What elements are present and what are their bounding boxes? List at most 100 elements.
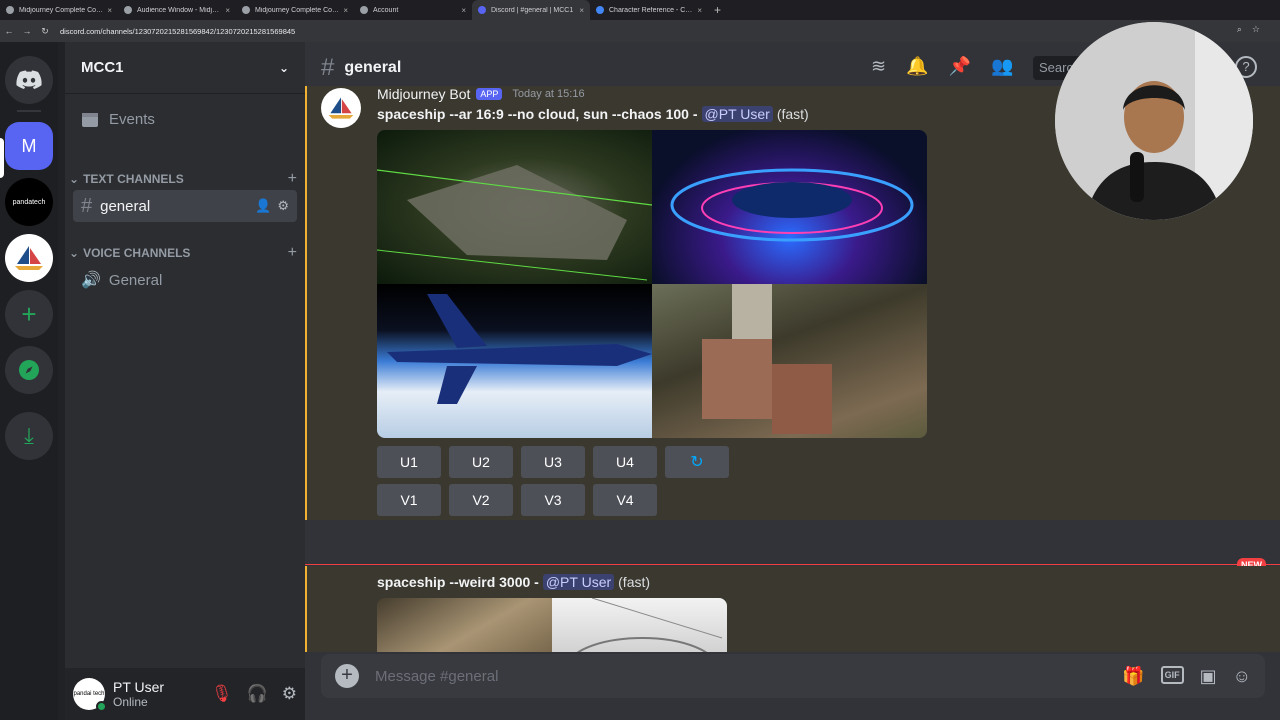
u3-button[interactable]: U3	[521, 446, 585, 478]
user-mention[interactable]: @PT User	[542, 574, 615, 590]
close-icon[interactable]: ×	[107, 6, 112, 15]
tab-favicon-icon	[360, 6, 368, 14]
close-icon[interactable]: ×	[225, 6, 230, 15]
close-icon[interactable]: ×	[579, 6, 584, 15]
browser-tab[interactable]: Character Reference - Cons ×	[590, 0, 708, 20]
u4-button[interactable]: U4	[593, 446, 657, 478]
reload-icon[interactable]: ↻	[36, 26, 54, 37]
variation-buttons: V1 V2 V3 V4	[377, 484, 657, 516]
close-icon[interactable]: ×	[461, 6, 466, 15]
browser-tab[interactable]: Account ×	[354, 0, 472, 20]
discord-logo-icon	[16, 70, 42, 89]
user-controls: 🎙 🎧 ⚙	[211, 684, 297, 704]
grid-image-1[interactable]	[377, 130, 652, 284]
new-messages-divider	[305, 564, 1280, 565]
grid-image-4[interactable]	[652, 284, 927, 438]
message-input[interactable]: Message #general	[375, 668, 498, 685]
grid-image-2[interactable]	[652, 130, 927, 284]
message-composer: + Message #general 🎁 GIF ▣ ☺	[321, 654, 1265, 698]
chevron-down-icon: ⌄	[278, 60, 289, 75]
add-attachment-icon[interactable]: +	[335, 664, 359, 688]
server-midjourney[interactable]	[5, 234, 53, 282]
avatar[interactable]	[321, 88, 361, 128]
grid-image-3[interactable]	[377, 284, 652, 438]
sailboat-icon	[328, 97, 354, 119]
headphones-icon[interactable]: 🎧	[247, 684, 268, 704]
tab-favicon-icon	[596, 6, 604, 14]
message-author: Midjourney Bot APP Today at 15:16	[377, 86, 585, 102]
user-mention[interactable]: @PT User	[701, 106, 773, 122]
guild-name: MCC1	[81, 59, 124, 76]
online-status-icon	[96, 701, 107, 712]
image-grid[interactable]	[377, 598, 727, 652]
discord-home-icon[interactable]	[5, 56, 53, 104]
browser-tab[interactable]: Midjourney Complete Course ×	[236, 0, 354, 20]
u2-button[interactable]: U2	[449, 446, 513, 478]
close-icon[interactable]: ×	[343, 6, 348, 15]
pin-icon[interactable]: 📌	[949, 56, 971, 77]
forward-icon[interactable]: →	[18, 26, 36, 36]
server-pandatech[interactable]: pandatech	[5, 178, 53, 226]
grid-image-1[interactable]	[377, 598, 552, 652]
browser-tab[interactable]: Audience Window - Midjourn ×	[118, 0, 236, 20]
gear-icon[interactable]: ⚙	[277, 198, 289, 214]
download-icon[interactable]: ⤓	[5, 412, 53, 460]
voice-channels-category[interactable]: ⌄ VOICE CHANNELS +	[69, 244, 297, 262]
server-rail: M pandatech + ⤓	[0, 42, 58, 720]
gear-icon[interactable]: ⚙	[282, 684, 297, 704]
browser-tab[interactable]: Midjourney Complete Cours ×	[0, 0, 118, 20]
tab-favicon-icon	[6, 6, 14, 14]
new-tab-icon[interactable]: +	[714, 3, 721, 17]
add-server-icon[interactable]: +	[5, 290, 53, 338]
members-icon[interactable]: 👥	[991, 56, 1013, 77]
create-channel-icon[interactable]: +	[288, 244, 297, 262]
sailboat-icon	[15, 246, 43, 270]
events-item[interactable]: Events	[81, 110, 155, 128]
hash-icon: #	[321, 53, 335, 81]
timestamp: Today at 15:16	[512, 88, 585, 100]
back-icon[interactable]: ←	[0, 26, 18, 36]
v4-button[interactable]: V4	[593, 484, 657, 516]
user-status: Online	[113, 695, 148, 709]
text-channels-category[interactable]: ⌄ TEXT CHANNELS +	[69, 170, 297, 188]
user-panel: pandai tech PT User Online 🎙 🎧 ⚙	[65, 668, 305, 720]
url-input[interactable]: discord.com/channels/1230720215281569842…	[60, 27, 295, 36]
author-name[interactable]: Midjourney Bot	[377, 86, 470, 102]
grid-image-2[interactable]	[552, 598, 727, 652]
bell-icon[interactable]: 🔔	[906, 56, 928, 77]
sticker-icon[interactable]: ▣	[1200, 666, 1217, 687]
image-grid[interactable]	[377, 130, 927, 438]
speaker-icon: 🔊	[81, 272, 101, 289]
selected-server-pill	[0, 138, 4, 178]
gif-icon[interactable]: GIF	[1160, 665, 1184, 684]
star-icon[interactable]: ☆	[1252, 24, 1260, 35]
guild-header[interactable]: MCC1 ⌄	[65, 42, 305, 94]
v3-button[interactable]: V3	[521, 484, 585, 516]
browser-tab-active[interactable]: Discord | #general | MCC1 ×	[472, 0, 590, 20]
user-info[interactable]: PT User Online	[105, 679, 164, 709]
u1-button[interactable]: U1	[377, 446, 441, 478]
app-badge: APP	[476, 88, 503, 100]
server-mcc1[interactable]: M	[5, 122, 53, 170]
emoji-icon[interactable]: ☺	[1233, 666, 1251, 687]
avatar[interactable]: pandai tech	[73, 678, 107, 712]
webcam-overlay	[1055, 22, 1253, 220]
threads-icon[interactable]: ≋	[871, 56, 886, 77]
explore-icon[interactable]	[5, 346, 53, 394]
invite-icon[interactable]: 👤	[255, 198, 271, 214]
create-channel-icon[interactable]: +	[288, 170, 297, 188]
channel-title: general	[344, 58, 402, 76]
v2-button[interactable]: V2	[449, 484, 513, 516]
calendar-icon	[82, 113, 98, 127]
tab-favicon-icon	[124, 6, 132, 14]
gift-icon[interactable]: 🎁	[1122, 666, 1144, 687]
voice-channel-general[interactable]: 🔊 General	[73, 264, 297, 296]
chevron-down-icon: ⌄	[69, 246, 80, 260]
mic-muted-icon[interactable]: 🎙	[211, 684, 233, 704]
username: PT User	[113, 679, 165, 695]
zoom-icon[interactable]: ⌕	[1237, 24, 1242, 35]
channel-general[interactable]: # general 👤 ⚙	[73, 190, 297, 222]
close-icon[interactable]: ×	[697, 6, 702, 15]
reroll-icon[interactable]: ↻	[665, 446, 729, 478]
v1-button[interactable]: V1	[377, 484, 441, 516]
